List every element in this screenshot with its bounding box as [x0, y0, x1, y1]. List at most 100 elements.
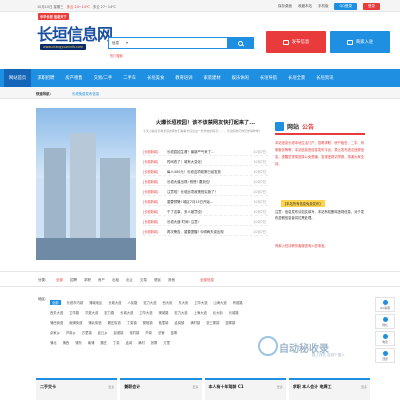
- nav-item-jobs[interactable]: 求职招聘: [32, 69, 59, 87]
- region-option[interactable]: 蒲城地区: [89, 300, 102, 305]
- nav-item-trade[interactable]: 交易/二手: [89, 69, 118, 87]
- column-more-link[interactable]: 更多: [277, 385, 283, 389]
- region-option[interactable]: 樊相镇: [143, 320, 153, 325]
- region-option[interactable]: 卫华路: [69, 310, 79, 315]
- region-option[interactable]: 佘家乡: [50, 330, 60, 335]
- column-more-link[interactable]: 更多: [192, 385, 198, 389]
- region-option[interactable]: 长城大道: [120, 310, 133, 315]
- region-option[interactable]: 丁栾: [113, 340, 120, 345]
- filter-option[interactable]: 房产: [98, 278, 105, 283]
- region-option[interactable]: 蒲西街道: [50, 320, 63, 325]
- region-option[interactable]: 西大街: [163, 300, 173, 305]
- save-desktop-link[interactable]: 保存桌面: [278, 4, 292, 9]
- news-category[interactable]: [长垣新闻]: [143, 149, 158, 154]
- nav-item-used-car[interactable]: 二手车: [118, 69, 141, 87]
- region-option[interactable]: 蒲北: [50, 340, 57, 345]
- news-item[interactable]: [长垣新闻] 重要预警! 城区7月15日开始… 10月7日: [143, 196, 268, 206]
- news-category[interactable]: [长垣新闻]: [143, 169, 158, 174]
- banner-image[interactable]: [36, 108, 136, 260]
- column-more-link[interactable]: 更多: [108, 385, 114, 389]
- region-option[interactable]: 山海大道: [214, 300, 227, 305]
- news-item[interactable]: [长垣新闻] 千了这事，多人被罚没！ 10月7日: [143, 206, 268, 216]
- back-to-top-button[interactable]: 顶部: [375, 348, 395, 363]
- site-logo[interactable]: 中华长垣 信息天下 长垣信息网 www.changyuaninfo.com: [35, 10, 113, 58]
- filter-option[interactable]: 招聘: [70, 278, 77, 283]
- phone-button[interactable]: 电话: [375, 331, 395, 346]
- publish-button[interactable]: 发布信息: [266, 31, 326, 53]
- quick-nav-link[interactable]: 长垣免费发布信息: [72, 91, 99, 96]
- region-option[interactable]: 武丘乡: [98, 330, 108, 335]
- region-option[interactable]: 长城大道: [108, 300, 121, 305]
- region-option[interactable]: 丁栾镇: [127, 320, 137, 325]
- region-option[interactable]: 宏力大道: [174, 310, 187, 315]
- news-title[interactable]: 再次警告，重要提醒! 今明两天或出现: [167, 229, 239, 234]
- region-option[interactable]: 卫华大道: [139, 310, 152, 315]
- region-option[interactable]: 西关大道: [50, 310, 63, 315]
- news-title[interactable]: 注意啦！长垣此项政策快实施了！: [167, 189, 239, 194]
- news-item[interactable]: [长垣新闻] 时间改了！城有大变化！ 10月7日: [143, 156, 268, 166]
- nav-item-panorama[interactable]: 长垣全景: [283, 69, 310, 87]
- region-option[interactable]: 东大街: [178, 300, 188, 305]
- nav-item-education[interactable]: 教育培训: [170, 69, 197, 87]
- news-title[interactable]: 长垣大道出现! 别慌! 要到位!: [167, 179, 239, 184]
- listing-column[interactable]: 二手交卡 更多: [36, 378, 118, 400]
- hot-search[interactable]: 热门搜索: [110, 53, 123, 58]
- region-option[interactable]: 常村镇: [129, 330, 139, 335]
- notice-free-link[interactable]: 【本站所有信息免费发布】: [281, 200, 325, 207]
- news-item[interactable]: [长垣新闻] 长垣县招生遭！最新严气来了… 10月7日: [143, 146, 268, 156]
- nav-item-leisure[interactable]: 娱乐休闲: [227, 69, 254, 87]
- news-category[interactable]: [长垣新闻]: [143, 189, 158, 194]
- wechat-button[interactable]: 微信: [375, 314, 395, 329]
- nav-item-housing[interactable]: 房产租售: [60, 69, 87, 87]
- news-title[interactable]: 长垣县招生遭！最新严气来了…: [167, 149, 239, 154]
- filter-option[interactable]: 其他: [168, 278, 175, 283]
- news-item[interactable]: [长垣新闻] 再次警告，重要提醒! 今明两天或出现 10月7日: [143, 226, 268, 236]
- region-option[interactable]: 宏力路: [104, 310, 114, 315]
- filter-option[interactable]: 求职: [84, 278, 91, 283]
- news-title[interactable]: 长垣大道 时间! 注意!: [167, 219, 239, 224]
- region-option[interactable]: 蒲城路: [159, 310, 169, 315]
- region-option[interactable]: 人民路: [127, 300, 137, 305]
- news-category[interactable]: [长垣新闻]: [143, 219, 158, 224]
- news-item[interactable]: [长垣新闻] 注意啦！长垣此项政策快实施了！ 10月7日: [143, 186, 268, 196]
- region-option[interactable]: 长垣市内城: [67, 300, 83, 305]
- nav-item-guide[interactable]: 长垣导航: [255, 69, 282, 87]
- region-option[interactable]: 恼里镇: [159, 320, 169, 325]
- bookmark-link[interactable]: 收藏本站: [298, 4, 312, 9]
- region-option[interactable]: 苗寨: [171, 330, 178, 335]
- region-option[interactable]: 长城路: [229, 310, 239, 315]
- region-option[interactable]: 魏庄: [100, 340, 107, 345]
- region-option[interactable]: 宏力大道: [143, 300, 156, 305]
- filter-option[interactable]: 全部: [56, 278, 63, 283]
- news-title[interactable]: 重要预警! 城区7月15日开始…: [167, 199, 239, 204]
- mobile-link[interactable]: 手机版: [318, 4, 329, 9]
- listing-column[interactable]: 求职 本人会计 电焊工 更多: [288, 378, 370, 400]
- listing-column[interactable]: 兼职会计 更多: [120, 378, 202, 400]
- region-option[interactable]: 方里镇: [82, 330, 92, 335]
- region-option[interactable]: 卫华大道: [194, 300, 207, 305]
- headline[interactable]: 火爆长垣校园！该不该禁网友快打起来了...: [143, 119, 268, 126]
- filter-all-info[interactable]: 全部信息: [200, 278, 214, 283]
- region-option[interactable]: 赵堤镇: [114, 330, 124, 335]
- news-title[interactable]: 每人400元！长垣这项政策已经发放: [167, 169, 239, 174]
- filter-option[interactable]: 出租: [112, 278, 119, 283]
- listing-column[interactable]: 本人有十年驾龄 C1 更多: [204, 378, 286, 400]
- region-option[interactable]: 蒲西: [63, 340, 70, 345]
- region-option[interactable]: 满村: [138, 340, 145, 345]
- filter-option[interactable]: 便民: [154, 278, 161, 283]
- news-category[interactable]: [长垣新闻]: [143, 179, 158, 184]
- nav-item-news[interactable]: 长垣资讯: [311, 69, 338, 87]
- news-title[interactable]: 千了这事，多人被罚没！: [167, 209, 239, 214]
- region-option[interactable]: 张寨: [151, 340, 158, 345]
- news-category[interactable]: [长垣新闻]: [143, 209, 158, 214]
- qq-service-button[interactable]: QQ客服: [375, 297, 395, 312]
- region-option[interactable]: 北大街: [213, 310, 223, 315]
- region-option[interactable]: 南蒲: [88, 340, 95, 345]
- region-option[interactable]: 南蒲街道: [69, 320, 82, 325]
- region-option[interactable]: 张三寨镇: [206, 320, 219, 325]
- news-category[interactable]: [长垣新闻]: [143, 199, 158, 204]
- news-item[interactable]: [长垣新闻] 长垣大道出现! 别慌! 要到位! 10月7日: [143, 176, 268, 186]
- news-category[interactable]: [长垣新闻]: [143, 159, 158, 164]
- region-option[interactable]: 有德路: [233, 300, 243, 305]
- column-more-link[interactable]: 更多: [361, 385, 367, 389]
